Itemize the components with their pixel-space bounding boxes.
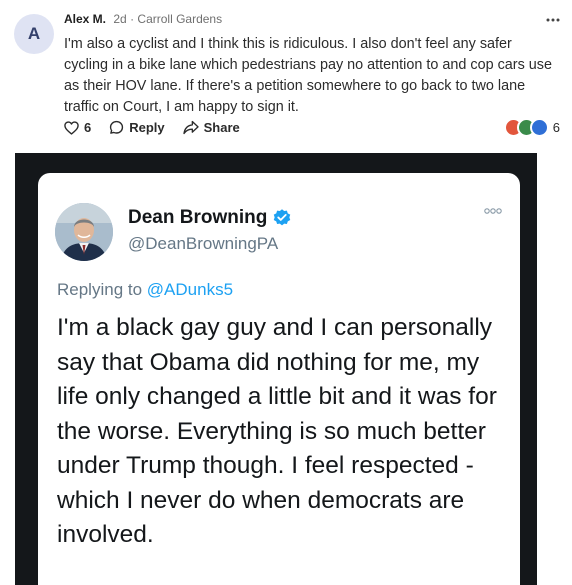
more-options-button[interactable] xyxy=(546,6,560,27)
share-arrow-icon xyxy=(182,120,199,135)
tweet-name-row: Dean Browning xyxy=(128,207,292,229)
reaction-count: 6 xyxy=(552,120,560,135)
speech-bubble-icon xyxy=(110,120,124,134)
neighborhood[interactable]: Carroll Gardens xyxy=(137,12,222,26)
replying-mention: @ADunks5 xyxy=(146,280,234,299)
like-count: 6 xyxy=(84,120,92,135)
tweet-more-icon xyxy=(484,201,502,219)
meta-separator: · xyxy=(130,12,135,26)
tweet-text: I'm a black gay guy and I can personally… xyxy=(57,314,497,548)
comment-text: I'm also a cyclist and I think this is r… xyxy=(64,36,552,115)
more-horizontal-icon xyxy=(546,18,560,22)
comment-meta: Alex M. 2d · Carroll Gardens xyxy=(64,12,222,26)
post-time: 2d xyxy=(113,12,127,26)
reaction-thumb-icon xyxy=(529,118,549,137)
attached-image[interactable]: Dean Browning @DeanBrowningPA Replying t… xyxy=(15,153,537,585)
replying-to-line: Replying to @ADunks5 xyxy=(57,280,233,300)
heart-icon xyxy=(64,120,79,135)
verified-badge-icon xyxy=(274,209,291,226)
reactions-summary[interactable]: 6 xyxy=(503,118,560,137)
avatar[interactable]: A xyxy=(14,14,54,54)
like-button[interactable]: 6 xyxy=(64,120,91,135)
comment-actions: 6 Reply Share xyxy=(64,120,258,135)
avatar-letter: A xyxy=(27,24,41,43)
profile-photo-icon xyxy=(55,203,113,261)
tweet-author-name: Dean Browning xyxy=(128,207,268,228)
share-button[interactable]: Share xyxy=(182,120,240,135)
tweet-author-avatar xyxy=(55,203,113,261)
share-label: Share xyxy=(203,120,240,135)
replying-prefix: Replying to xyxy=(57,280,143,299)
tweet-card: Dean Browning @DeanBrowningPA Replying t… xyxy=(38,173,520,585)
comment: A Alex M. 2d · Carroll Gardens I'm also … xyxy=(0,0,572,150)
tweet-author-handle: @DeanBrowningPA xyxy=(128,234,279,253)
reply-button[interactable]: Reply xyxy=(109,120,165,135)
reply-label: Reply xyxy=(129,120,165,135)
author-name[interactable]: Alex M. xyxy=(64,12,106,26)
